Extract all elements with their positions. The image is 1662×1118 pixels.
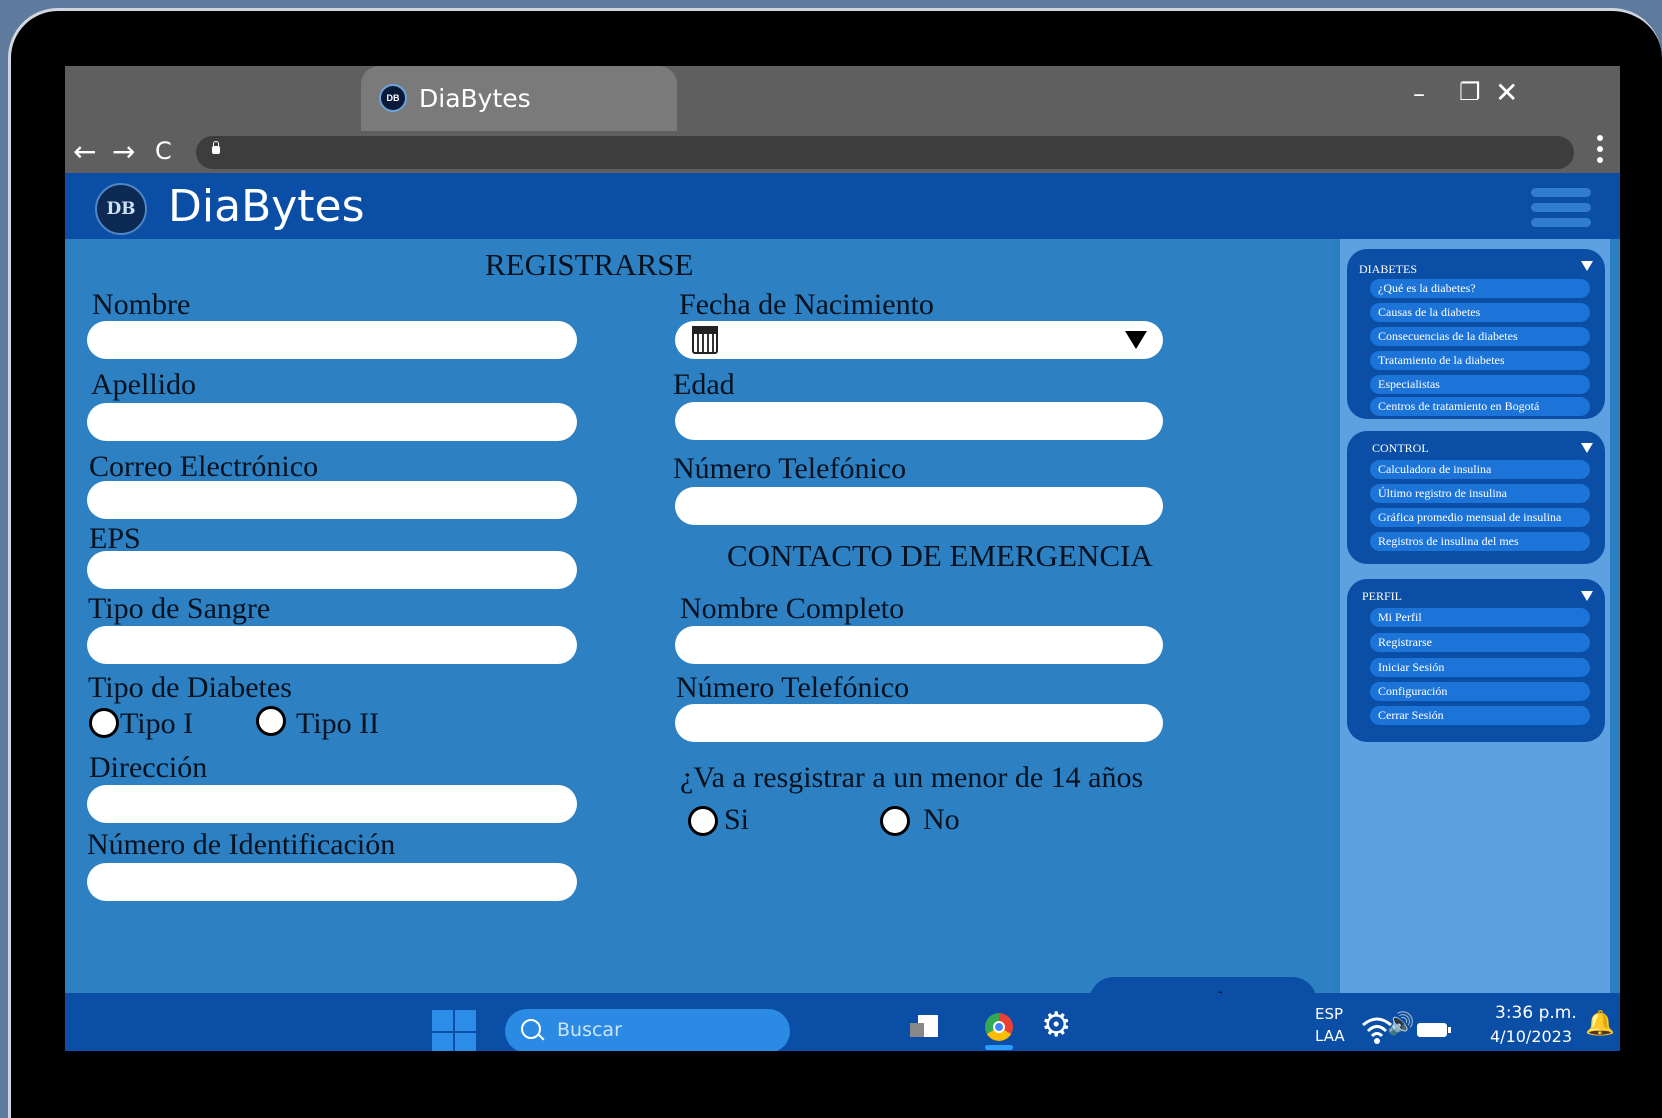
- tipo-1-radio[interactable]: [89, 708, 119, 738]
- chrome-icon[interactable]: [985, 1013, 1013, 1041]
- sidebar-item-centros[interactable]: Centros de tratamiento en Bogotá: [1370, 397, 1590, 416]
- no-label: No: [923, 803, 960, 836]
- forward-icon[interactable]: →: [112, 135, 135, 168]
- app-logo: DB: [95, 183, 147, 235]
- form-heading: REGISTRARSE: [485, 247, 694, 282]
- bell-icon[interactable]: 🔔: [1585, 1009, 1615, 1037]
- chevron-down-icon[interactable]: [1581, 591, 1593, 601]
- eps-field[interactable]: [87, 551, 577, 589]
- sidebar-group-title[interactable]: CONTROL: [1372, 441, 1429, 456]
- battery-icon[interactable]: [1417, 1023, 1451, 1037]
- tipo-2-radio[interactable]: [256, 706, 286, 736]
- sidebar-item-registrarse[interactable]: Registrarse: [1370, 633, 1590, 652]
- sidebar-item-grafica[interactable]: Gráfica promedio mensual de insulina: [1370, 508, 1590, 527]
- nombre-completo-field[interactable]: [675, 626, 1163, 664]
- lock-icon: [212, 141, 220, 154]
- sidebar-item-tratamiento[interactable]: Tratamiento de la diabetes: [1370, 351, 1590, 370]
- url-input[interactable]: [196, 136, 1574, 169]
- identificacion-label: Número de Identificación: [87, 828, 396, 861]
- browser-tab[interactable]: DB DiaBytes: [361, 66, 677, 131]
- apellido-label: Apellido: [91, 368, 196, 401]
- language-secondary[interactable]: LAA: [1315, 1027, 1345, 1045]
- gear-icon[interactable]: ⚙: [1041, 1005, 1071, 1045]
- browser-tab-bar: DB DiaBytes – ❐ ✕: [65, 66, 1620, 131]
- app-title: DiaBytes: [168, 181, 365, 232]
- nombre-label: Nombre: [92, 288, 191, 321]
- kebab-menu-icon[interactable]: [1597, 135, 1603, 168]
- language-primary[interactable]: ESP: [1315, 1005, 1343, 1023]
- sidebar-group-perfil: PERFIL Mi Perfil Registrarse Iniciar Ses…: [1347, 579, 1605, 742]
- correo-label: Correo Electrónico: [89, 450, 319, 483]
- menor-pregunta-label: ¿Va a resgistrar a un menor de 14 años: [680, 761, 1144, 794]
- clock-date[interactable]: 4/10/2023: [1490, 1027, 1572, 1046]
- sidebar-item-cerrar-sesion[interactable]: Cerrar Sesión: [1370, 706, 1590, 725]
- tipo-1-label: Tipo I: [120, 707, 194, 740]
- sidebar-item-configuracion[interactable]: Configuración: [1370, 682, 1590, 701]
- sidebar-item-que-es[interactable]: ¿Qué es la diabetes?: [1370, 279, 1590, 298]
- emergencia-heading: CONTACTO DE EMERGENCIA: [727, 538, 1153, 573]
- sidebar-group-title[interactable]: DIABETES: [1359, 262, 1417, 277]
- si-label: Si: [724, 803, 750, 836]
- sidebar-group-title[interactable]: PERFIL: [1362, 589, 1402, 604]
- registration-form: REGISTRARSE Nombre Apellido Correo Elect…: [65, 239, 1334, 1027]
- chevron-down-icon[interactable]: [1581, 261, 1593, 271]
- tipo-diabetes-label: Tipo de Diabetes: [88, 671, 292, 704]
- tipo-2-label: Tipo II: [296, 707, 380, 740]
- volume-icon[interactable]: 🔊: [1387, 1012, 1414, 1037]
- correo-field[interactable]: [87, 481, 577, 519]
- task-view-icon[interactable]: [910, 1015, 938, 1037]
- fecha-nacimiento-picker[interactable]: [675, 321, 1163, 359]
- close-icon[interactable]: ✕: [1495, 76, 1518, 109]
- address-bar-row: ← → C: [65, 131, 1620, 173]
- chevron-down-icon[interactable]: [1581, 443, 1593, 453]
- edad-field[interactable]: [675, 402, 1163, 440]
- direccion-field[interactable]: [87, 785, 577, 823]
- apellido-field[interactable]: [87, 403, 577, 441]
- back-icon[interactable]: ←: [73, 135, 96, 168]
- sidebar-item-ultimo-registro[interactable]: Último registro de insulina: [1370, 484, 1590, 503]
- sidebar-item-consecuencias[interactable]: Consecuencias de la diabetes: [1370, 327, 1590, 346]
- tipo-sangre-label: Tipo de Sangre: [88, 592, 271, 625]
- active-app-indicator: [985, 1045, 1013, 1050]
- sidebar-group-control: CONTROL Calculadora de insulina Último r…: [1347, 431, 1605, 564]
- search-placeholder: Buscar: [557, 1019, 622, 1041]
- sidebar-item-mi-perfil[interactable]: Mi Perfil: [1370, 608, 1590, 627]
- telefono-field[interactable]: [675, 487, 1163, 525]
- telefono-emergencia-field[interactable]: [675, 704, 1163, 742]
- sidebar: DIABETES ¿Qué es la diabetes? Causas de …: [1340, 239, 1610, 993]
- tab-title: DiaBytes: [419, 84, 531, 113]
- reload-icon[interactable]: C: [155, 137, 172, 165]
- taskbar-search-input[interactable]: Buscar: [505, 1009, 790, 1051]
- direccion-label: Dirección: [89, 751, 208, 784]
- sidebar-group-diabetes: DIABETES ¿Qué es la diabetes? Causas de …: [1347, 249, 1605, 419]
- sidebar-item-especialistas[interactable]: Especialistas: [1370, 375, 1590, 394]
- sidebar-item-iniciar-sesion[interactable]: Iniciar Sesión: [1370, 658, 1590, 677]
- app-header: DB DiaBytes: [65, 173, 1620, 239]
- calendar-icon[interactable]: [692, 326, 718, 354]
- edad-label: Edad: [673, 368, 735, 401]
- minimize-icon[interactable]: –: [1413, 80, 1425, 108]
- identificacion-field[interactable]: [87, 863, 577, 901]
- taskbar: Buscar ⚙ ESP LAA 🔊 3:36 p.m. 4/10/2023 🔔: [65, 993, 1620, 1051]
- si-radio[interactable]: [688, 806, 718, 836]
- telefono-label: Número Telefónico: [673, 452, 907, 485]
- telefono-emergencia-label: Número Telefónico: [676, 671, 910, 704]
- tab-favicon-icon: DB: [379, 84, 407, 112]
- clock-time[interactable]: 3:36 p.m.: [1495, 1003, 1577, 1023]
- fecha-nacimiento-label: Fecha de Nacimiento: [679, 288, 934, 321]
- no-radio[interactable]: [880, 806, 910, 836]
- hamburger-menu-icon[interactable]: [1531, 188, 1591, 233]
- sidebar-item-causas[interactable]: Causas de la diabetes: [1370, 303, 1590, 322]
- nombre-field[interactable]: [87, 321, 577, 359]
- sidebar-item-registros-mes[interactable]: Registros de insulina del mes: [1370, 532, 1590, 551]
- search-icon: [521, 1019, 541, 1039]
- chevron-down-icon[interactable]: [1125, 331, 1147, 349]
- restore-icon[interactable]: ❐: [1459, 78, 1481, 106]
- tipo-sangre-field[interactable]: [87, 626, 577, 664]
- screen: DB DiaBytes – ❐ ✕ ← → C DB DiaBytes REGI…: [65, 66, 1620, 1051]
- sidebar-item-calculadora[interactable]: Calculadora de insulina: [1370, 460, 1590, 479]
- nombre-completo-label: Nombre Completo: [680, 592, 905, 625]
- windows-start-icon[interactable]: [432, 1010, 476, 1051]
